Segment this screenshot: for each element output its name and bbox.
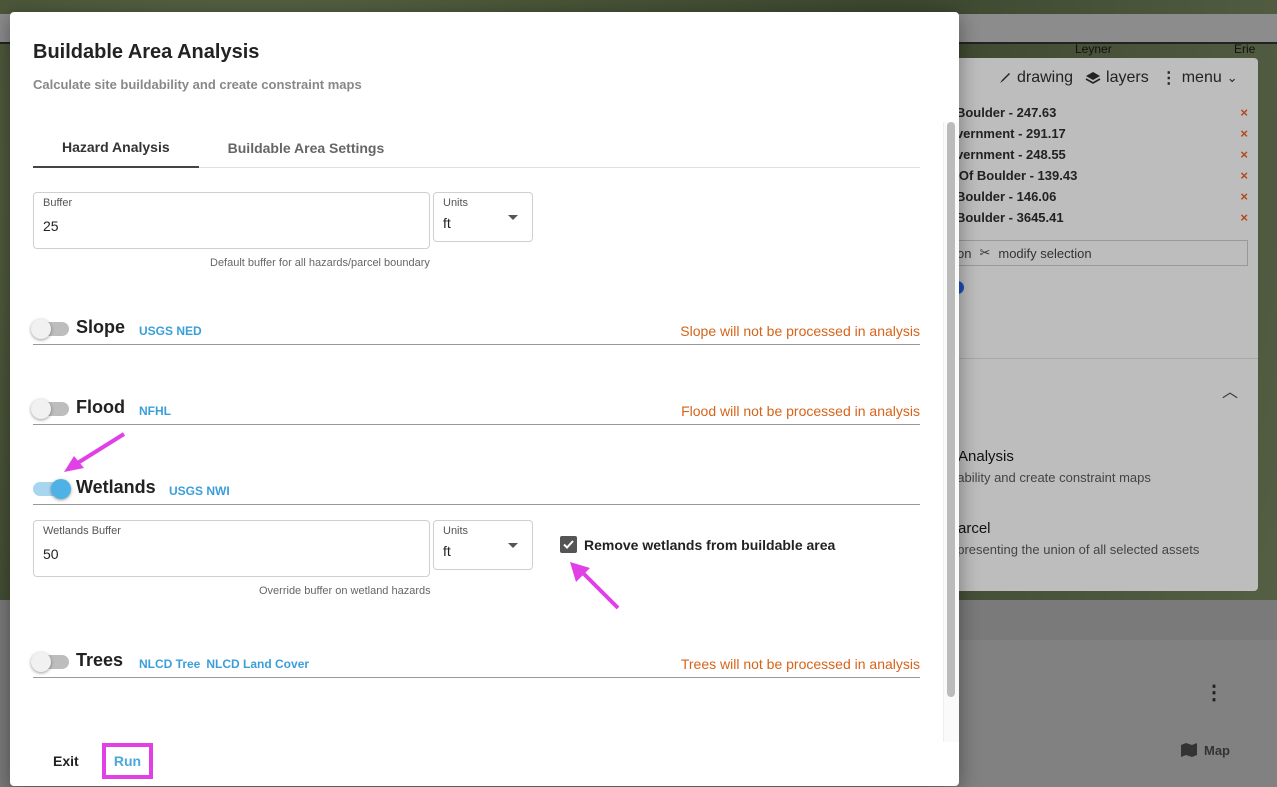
slope-toggle[interactable] <box>31 319 69 339</box>
chevron-up-icon[interactable]: ︿ <box>1222 378 1238 402</box>
layers-icon <box>1085 72 1101 84</box>
source-link[interactable]: USGS NWI <box>169 484 230 498</box>
selection-row: overnment - 248.55 × <box>948 147 1248 162</box>
map-toolbar: drawing layers ⋮ menu ⌄ <box>998 68 1238 88</box>
selection-row: y Of Boulder - 139.43 × <box>948 168 1248 183</box>
trees-toggle[interactable] <box>31 652 69 672</box>
buffer-label: Buffer <box>43 197 73 209</box>
units-value: ft <box>443 215 451 231</box>
annotation-arrow-icon <box>570 562 620 610</box>
run-button-label: Run <box>113 753 142 769</box>
source-link[interactable]: USGS NED <box>139 324 202 338</box>
remove-icon[interactable]: × <box>1240 105 1248 120</box>
scissors-icon: ✂ <box>979 245 991 260</box>
map-label: Leyner <box>1075 42 1112 56</box>
menu-button[interactable]: ⋮ menu ⌄ <box>1161 68 1238 88</box>
trees-sources: NLCD Tree NLCD Land Cover <box>139 657 309 671</box>
divider <box>940 358 1258 359</box>
slope-status: Slope will not be processed in analysis <box>680 323 920 339</box>
buffer-value: 25 <box>43 218 59 234</box>
trees-status: Trees will not be processed in analysis <box>680 656 920 672</box>
remove-wetlands-checkbox[interactable] <box>560 536 577 553</box>
trees-title: Trees <box>76 650 124 670</box>
map-label: Erie <box>1234 42 1256 56</box>
chevron-down-icon: ⌄ <box>1226 70 1238 85</box>
units-value: ft <box>443 543 451 559</box>
selection-row: overnment - 291.17 × <box>948 126 1248 141</box>
remove-icon[interactable]: × <box>1240 210 1248 225</box>
check-icon <box>563 540 574 549</box>
wetlands-sources: USGS NWI <box>169 484 230 498</box>
brush-icon <box>1000 73 1010 83</box>
buffer-field[interactable]: Buffer 25 <box>33 192 430 249</box>
kebab-icon: ⋮ <box>1160 70 1177 87</box>
lower-panel <box>930 640 1277 787</box>
buffer-helper-text: Default buffer for all hazards/parcel bo… <box>210 257 430 269</box>
dialog-subtitle: Calculate site buildability and create c… <box>33 77 362 92</box>
buffer-units-select[interactable]: Units ft <box>433 192 533 242</box>
selection-row: f Boulder - 146.06 × <box>948 189 1248 204</box>
selection-list: f Boulder - 247.63 × overnment - 291.17 × … <box>948 102 1248 228</box>
tab-buildable-area-settings[interactable]: Buildable Area Settings <box>199 127 414 168</box>
wetlands-helper-text: Override buffer on wetland hazards <box>259 585 431 597</box>
wetlands-buffer-label: Wetlands Buffer <box>43 525 121 537</box>
remove-icon[interactable]: × <box>1240 126 1248 141</box>
slope-section: Slope USGS NED Slope will not be process… <box>31 315 920 345</box>
remove-icon[interactable]: × <box>1240 147 1248 162</box>
analysis-item-subtitle: dability and create constraint maps <box>950 470 1151 485</box>
dropdown-caret-icon <box>508 215 518 220</box>
slope-title: Slope <box>76 317 126 337</box>
flood-status: Flood will not be processed in analysis <box>681 403 920 419</box>
selection-row: f Boulder - 3645.41 × <box>948 210 1248 225</box>
parcel-item-subtitle: epresenting the union of all selected as… <box>950 542 1200 557</box>
dialog-title: Buildable Area Analysis <box>33 41 260 63</box>
wetlands-title: Wetlands <box>76 477 156 497</box>
trees-section: Trees NLCD Tree NLCD Land Cover Trees wi… <box>31 648 920 678</box>
kebab-icon[interactable]: ⋮ <box>1204 680 1224 705</box>
source-link[interactable]: NLCD Land Cover <box>206 657 309 671</box>
flood-title: Flood <box>76 397 125 417</box>
analysis-item-title: Analysis <box>958 448 1014 465</box>
map-button[interactable]: Map <box>1180 742 1230 758</box>
buildable-area-dialog: Buildable Area Analysis Calculate site b… <box>10 12 959 786</box>
scrollbar-thumb[interactable] <box>947 122 955 697</box>
flood-section: Flood NFHL Flood will not be processed i… <box>31 395 920 425</box>
source-link[interactable]: NLCD Tree <box>139 657 200 671</box>
slope-sources: USGS NED <box>139 324 202 338</box>
wetlands-buffer-field[interactable]: Wetlands Buffer 50 <box>33 520 430 577</box>
run-button[interactable]: Run <box>102 743 153 779</box>
selection-row: f Boulder - 247.63 × <box>948 105 1248 120</box>
remove-wetlands-label: Remove wetlands from buildable area <box>584 537 836 553</box>
remove-icon[interactable]: × <box>1240 168 1248 183</box>
annotation-arrow-icon <box>64 432 126 472</box>
layers-button[interactable]: layers <box>1085 69 1149 87</box>
parcel-item-title: arcel <box>958 520 991 537</box>
wetlands-section: Wetlands USGS NWI <box>33 475 920 505</box>
remove-icon[interactable]: × <box>1240 189 1248 204</box>
exit-button[interactable]: Exit <box>53 753 79 769</box>
tab-hazard-analysis[interactable]: Hazard Analysis <box>33 127 199 168</box>
source-link[interactable]: NFHL <box>139 404 171 418</box>
units-label: Units <box>443 525 469 537</box>
drawing-button[interactable]: drawing <box>998 69 1073 87</box>
wetlands-buffer-value: 50 <box>43 546 59 562</box>
map-icon <box>1181 743 1197 757</box>
flood-toggle[interactable] <box>31 399 69 419</box>
wetlands-units-select[interactable]: Units ft <box>433 520 533 570</box>
modify-selection-bar[interactable]: on ✂ modify selection <box>940 240 1248 266</box>
dropdown-caret-icon <box>508 543 518 548</box>
units-label: Units <box>443 197 469 209</box>
tab-bar: Hazard Analysis Buildable Area Settings <box>33 127 920 168</box>
flood-sources: NFHL <box>139 404 171 418</box>
wetlands-toggle[interactable] <box>33 479 71 499</box>
